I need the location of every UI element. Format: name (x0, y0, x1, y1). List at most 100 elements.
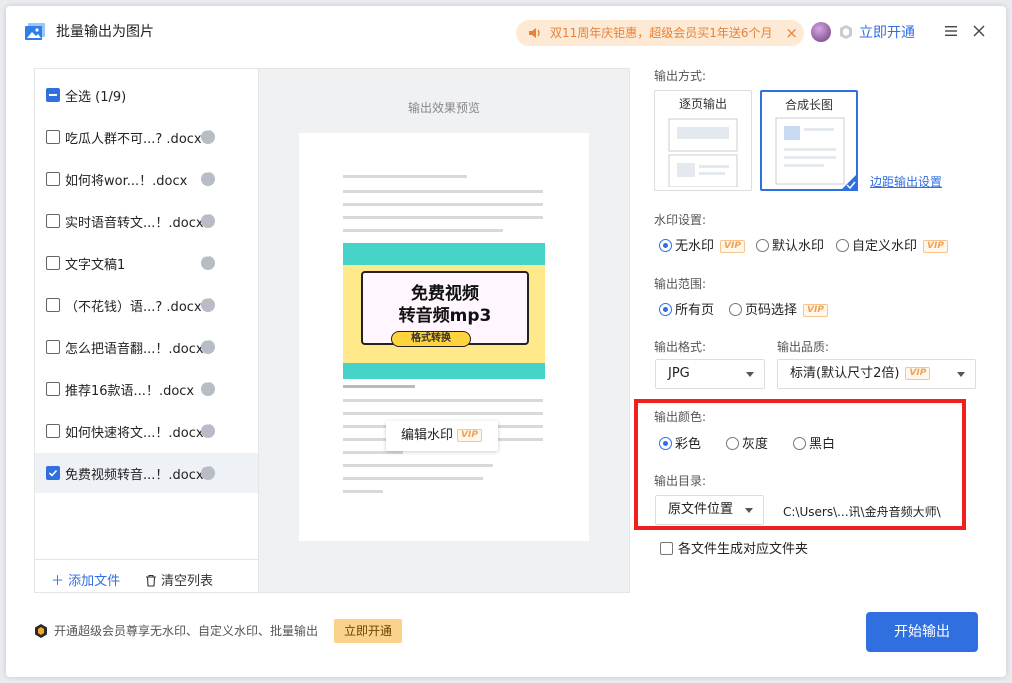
radio-no-watermark[interactable]: 无水印 VIP (659, 235, 745, 254)
file-checkbox[interactable] (46, 424, 60, 438)
start-output-button[interactable]: 开始输出 (866, 612, 978, 652)
clear-list-label: 清空列表 (161, 574, 214, 589)
close-icon[interactable]: × (785, 20, 798, 46)
mode-per-page[interactable]: 逐页输出 (654, 90, 752, 191)
vip-tag: VIP (803, 304, 828, 317)
list-item[interactable]: 吃瓜人群不可...? .docx (35, 117, 259, 157)
format-label: 输出格式: (654, 340, 707, 354)
list-item[interactable]: 如何将wor...！.docx (35, 159, 259, 199)
text-line (343, 175, 467, 178)
text-line (343, 229, 503, 232)
image-export-icon (25, 23, 45, 40)
chevron-down-icon (746, 372, 754, 377)
file-checkbox[interactable] (46, 130, 60, 144)
file-checkbox[interactable] (46, 256, 60, 270)
long-image-layout-icon (775, 117, 845, 185)
radio-button[interactable] (659, 437, 672, 450)
more-options-icon[interactable] (201, 168, 215, 186)
radio-color[interactable]: 彩色 (659, 433, 701, 452)
radio-black-white[interactable]: 黑白 (793, 433, 835, 452)
text-line (343, 490, 383, 493)
menu-icon[interactable] (944, 24, 958, 38)
promo-banner[interactable]: 双11周年庆钜惠，超级会员买1年送6个月 × (516, 20, 804, 46)
option-label: 无水印 (675, 239, 715, 254)
banner-line2: 转音频mp3 (398, 306, 492, 326)
file-name: 如何将wor...！.docx (65, 174, 188, 189)
file-checkbox[interactable] (46, 298, 60, 312)
open-membership-button[interactable]: 立即开通 (334, 619, 402, 643)
list-item[interactable]: 实时语音转文...！.docx (35, 201, 259, 241)
radio-button[interactable] (729, 303, 742, 316)
more-options-icon[interactable] (201, 336, 215, 354)
option-label: 自定义水印 (852, 239, 918, 254)
radio-grayscale[interactable]: 灰度 (726, 433, 768, 452)
text-line (343, 216, 543, 219)
membership-note-text: 开通超级会员尊享无水印、自定义水印、批量输出 (54, 624, 319, 638)
directory-select[interactable]: 原文件位置 (655, 495, 764, 525)
list-item-selected[interactable]: 免费视频转音...！.docx (35, 453, 259, 493)
more-options-icon[interactable] (201, 378, 215, 396)
file-checkbox[interactable] (46, 172, 60, 186)
promo-text: 双11周年庆钜惠，超级会员买1年送6个月 (550, 26, 773, 40)
more-options-icon[interactable] (201, 294, 215, 312)
vip-tag: VIP (923, 240, 948, 253)
app-window: 批量输出为图片 双11周年庆钜惠，超级会员买1年送6个月 × 立即开通 全选 (… (6, 6, 1006, 677)
radio-button[interactable] (659, 303, 672, 316)
file-checkbox[interactable] (46, 466, 60, 480)
radio-page-select[interactable]: 页码选择 VIP (729, 299, 828, 318)
file-checkbox[interactable] (46, 214, 60, 228)
vip-badge-icon (840, 25, 852, 39)
more-options-icon[interactable] (201, 252, 215, 270)
edit-watermark-button[interactable]: 编辑水印 VIP (386, 421, 498, 451)
radio-all-pages[interactable]: 所有页 (659, 299, 714, 318)
quality-select[interactable]: 标清(默认尺寸2倍) VIP (777, 359, 976, 389)
text-line (343, 477, 483, 480)
avatar[interactable] (811, 22, 831, 42)
select-all-row[interactable]: 全选 (1/9) (35, 75, 259, 115)
radio-button[interactable] (659, 239, 672, 252)
radio-button[interactable] (756, 239, 769, 252)
add-file-button[interactable]: ＋ 添加文件 (51, 570, 120, 589)
radio-button[interactable] (793, 437, 806, 450)
banner-band (343, 363, 545, 379)
file-name: 文字文稿1 (65, 258, 126, 273)
list-item[interactable]: 如何快速将文...！.docx (35, 411, 259, 451)
banner-tag: 格式转换 (391, 331, 471, 347)
more-options-icon[interactable] (201, 210, 215, 228)
range-label: 输出范围: (654, 277, 707, 291)
output-path[interactable]: C:\Users\...讯\金舟音频大师\ (783, 503, 941, 520)
quality-value: 标清(默认尺寸2倍) (790, 366, 900, 381)
list-item[interactable]: 文字文稿1 (35, 243, 259, 283)
list-item[interactable]: （不花钱）语...? .docx (35, 285, 259, 325)
preview-banner-image: 免费视频 转音频mp3 格式转换 (343, 243, 545, 379)
format-select[interactable]: JPG (655, 359, 765, 389)
more-options-icon[interactable] (201, 462, 215, 480)
text-line (343, 451, 403, 454)
file-checkbox[interactable] (46, 382, 60, 396)
radio-button[interactable] (726, 437, 739, 450)
speaker-icon (529, 28, 540, 38)
mode-long-image[interactable]: 合成长图 (760, 90, 858, 191)
select-all-checkbox[interactable] (46, 88, 60, 102)
window-title: 批量输出为图片 (56, 24, 154, 40)
checkbox[interactable] (660, 542, 673, 555)
color-label: 输出颜色: (654, 410, 707, 424)
radio-default-watermark[interactable]: 默认水印 (756, 235, 824, 254)
per-file-folder-option[interactable]: 各文件生成对应文件夹 (660, 538, 808, 557)
file-checkbox[interactable] (46, 340, 60, 354)
clear-list-button[interactable]: 清空列表 (145, 570, 213, 589)
add-file-label: 添加文件 (68, 574, 121, 589)
radio-button[interactable] (836, 239, 849, 252)
open-membership-link[interactable]: 立即开通 (859, 22, 915, 42)
watermark-label: 水印设置: (654, 213, 707, 227)
list-item[interactable]: 推荐16款语...！.docx (35, 369, 259, 409)
option-label: 页码选择 (745, 303, 798, 318)
more-options-icon[interactable] (201, 126, 215, 144)
vip-tag: VIP (905, 367, 931, 380)
more-options-icon[interactable] (201, 420, 215, 438)
margin-settings-link[interactable]: 边距输出设置 (870, 173, 942, 190)
list-item[interactable]: 怎么把语音翻...！.docx (35, 327, 259, 367)
window-close-icon[interactable] (972, 24, 986, 38)
radio-custom-watermark[interactable]: 自定义水印 VIP (836, 235, 948, 254)
directory-label: 输出目录: (654, 474, 707, 488)
